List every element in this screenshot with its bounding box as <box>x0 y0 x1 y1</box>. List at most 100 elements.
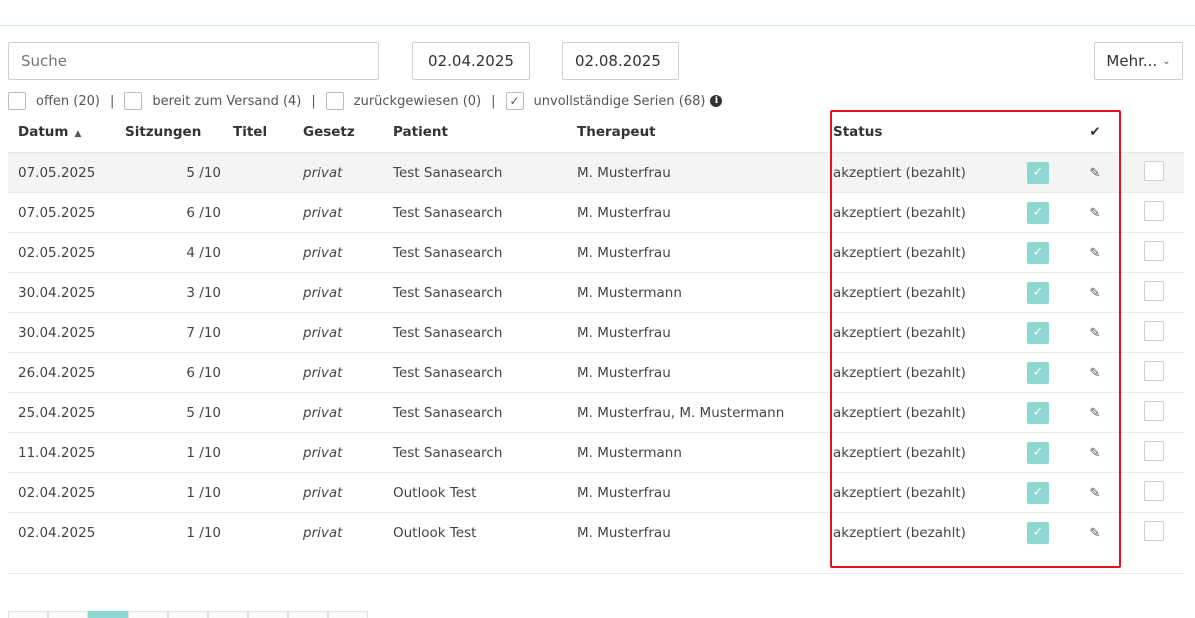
cell-status: akzeptiert (bezahlt) <box>823 272 1009 313</box>
pagination-item[interactable] <box>168 611 208 618</box>
pagination-item[interactable] <box>288 611 328 618</box>
status-filters: offen (20) | bereit zum Versand (4) | zu… <box>8 90 723 112</box>
edit-icon[interactable]: ✎ <box>1090 486 1101 501</box>
check-icon[interactable]: ✓ <box>1027 441 1049 464</box>
filter-checkbox[interactable] <box>8 92 26 110</box>
cell-titel <box>233 512 303 552</box>
pagination-item[interactable] <box>328 611 368 618</box>
cell-ok: ✓ <box>1009 472 1067 513</box>
row-checkbox[interactable] <box>1143 480 1164 501</box>
cell-edit: ✎ <box>1067 392 1123 433</box>
cell-ok: ✓ <box>1009 192 1067 233</box>
cell-ok: ✓ <box>1009 392 1067 433</box>
edit-icon[interactable]: ✎ <box>1090 286 1101 301</box>
pagination-item[interactable] <box>128 611 168 618</box>
edit-icon[interactable]: ✎ <box>1090 406 1101 421</box>
filter-checkbox[interactable] <box>325 92 344 110</box>
cell-datum: 02.05.2025 <box>8 232 125 273</box>
pagination-item-active[interactable] <box>88 611 128 618</box>
row-checkbox[interactable] <box>1143 240 1164 261</box>
check-icon[interactable]: ✓ <box>1027 281 1049 304</box>
filter-checkbox-checked[interactable]: ✓ <box>505 92 524 110</box>
table-row[interactable]: 07.05.2025 6 /10 privat Test Sanasearch M. M… <box>8 192 1184 233</box>
check-icon[interactable]: ✓ <box>1027 321 1049 344</box>
table-row[interactable]: 11.04.2025 1 /10 privat Test Sanasearch M. M… <box>8 432 1184 473</box>
cell-patient: Outlook Test <box>393 512 577 552</box>
edit-icon[interactable]: ✎ <box>1090 166 1101 181</box>
cell-gesetz: privat <box>303 312 393 353</box>
table-row[interactable]: 26.04.2025 6 /10 privat Test Sanasearch M. M… <box>8 352 1184 393</box>
cell-therapeut: M. Mustermann <box>577 272 823 313</box>
column-titel[interactable]: Titel <box>233 112 303 153</box>
cell-patient: Test Sanasearch <box>393 312 577 353</box>
cell-gesetz: privat <box>303 272 393 313</box>
top-divider <box>0 25 1195 26</box>
filter-unvollstaendige-serien[interactable]: ✓ unvollständige Serien (68) i <box>505 92 723 110</box>
edit-icon[interactable]: ✎ <box>1090 326 1101 341</box>
edit-icon[interactable]: ✎ <box>1090 206 1101 221</box>
pagination-item[interactable] <box>8 611 48 618</box>
filter-label: offen (20) <box>36 93 100 109</box>
pagination-item[interactable] <box>248 611 288 618</box>
row-checkbox[interactable] <box>1143 440 1164 461</box>
row-checkbox[interactable] <box>1143 360 1164 381</box>
row-checkbox[interactable] <box>1143 320 1164 341</box>
cell-status: akzeptiert (bezahlt) <box>823 432 1009 473</box>
info-icon[interactable]: i <box>710 95 723 107</box>
cell-gesetz: privat <box>303 232 393 273</box>
check-icon[interactable]: ✓ <box>1027 161 1049 184</box>
cell-ok: ✓ <box>1009 432 1067 473</box>
filter-zurueckgewiesen[interactable]: zurückgewiesen (0) <box>325 92 481 110</box>
check-icon[interactable]: ✓ <box>1027 201 1049 224</box>
cell-status: akzeptiert (bezahlt) <box>823 232 1009 273</box>
edit-icon[interactable]: ✎ <box>1090 366 1101 381</box>
column-patient[interactable]: Patient <box>393 112 577 153</box>
cell-status: akzeptiert (bezahlt) <box>823 512 1009 552</box>
table-row[interactable]: 02.04.2025 1 /10 privat Outlook Test M. Must… <box>8 472 1184 513</box>
pagination-item[interactable] <box>208 611 248 618</box>
column-datum[interactable]: Datum ▲ <box>8 112 125 153</box>
check-icon[interactable]: ✓ <box>1027 401 1049 424</box>
filter-separator: | <box>311 93 316 109</box>
cell-gesetz: privat <box>303 432 393 473</box>
filter-bereit-zum-versand[interactable]: bereit zum Versand (4) <box>124 92 301 110</box>
row-checkbox[interactable] <box>1143 400 1164 421</box>
table-row[interactable]: 25.04.2025 5 /10 privat Test Sanasearch M. M… <box>8 392 1184 433</box>
cell-sitzungen: 1 /10 <box>125 472 233 513</box>
row-checkbox[interactable] <box>1143 520 1164 541</box>
cell-status: akzeptiert (bezahlt) <box>823 392 1009 433</box>
cell-status: akzeptiert (bezahlt) <box>823 352 1009 393</box>
edit-icon[interactable]: ✎ <box>1090 446 1101 461</box>
pagination-item[interactable] <box>48 611 88 618</box>
table-row[interactable]: 07.05.2025 5 /10 privat Test Sanasearch M. M… <box>8 152 1184 193</box>
more-button[interactable]: Mehr... ⌄ <box>1094 42 1183 80</box>
row-checkbox[interactable] <box>1143 280 1164 301</box>
table-row[interactable]: 30.04.2025 3 /10 privat Test Sanasearch M. M… <box>8 272 1184 313</box>
column-status[interactable]: Status <box>823 112 1009 153</box>
cell-patient: Test Sanasearch <box>393 432 577 473</box>
edit-icon[interactable]: ✎ <box>1090 526 1101 541</box>
cell-gesetz: privat <box>303 512 393 552</box>
cell-edit: ✎ <box>1067 312 1123 353</box>
table-row[interactable]: 02.04.2025 1 /10 privat Outlook Test M. Must… <box>8 512 1184 552</box>
column-gesetz[interactable]: Gesetz <box>303 112 393 153</box>
check-icon[interactable]: ✓ <box>1027 241 1049 264</box>
cell-titel <box>233 432 303 473</box>
filter-offen[interactable]: offen (20) <box>8 92 100 110</box>
filter-checkbox[interactable] <box>124 92 143 110</box>
cell-titel <box>233 192 303 233</box>
check-icon[interactable]: ✓ <box>1027 521 1049 544</box>
search-input[interactable] <box>8 42 379 80</box>
date-to-input[interactable]: 02.08.2025 <box>562 42 679 80</box>
edit-icon[interactable]: ✎ <box>1090 246 1101 261</box>
table-row[interactable]: 02.05.2025 4 /10 privat Test Sanasearch M. M… <box>8 232 1184 273</box>
check-icon[interactable]: ✓ <box>1027 361 1049 384</box>
table-row[interactable]: 30.04.2025 7 /10 privat Test Sanasearch M. M… <box>8 312 1184 353</box>
row-checkbox[interactable] <box>1143 160 1164 181</box>
column-therapeut[interactable]: Therapeut <box>577 112 823 153</box>
check-icon[interactable]: ✓ <box>1027 481 1049 504</box>
row-checkbox[interactable] <box>1143 200 1164 221</box>
column-sitzungen[interactable]: Sitzungen <box>125 112 233 153</box>
date-from-input[interactable]: 02.04.2025 <box>412 42 530 80</box>
cell-titel <box>233 352 303 393</box>
